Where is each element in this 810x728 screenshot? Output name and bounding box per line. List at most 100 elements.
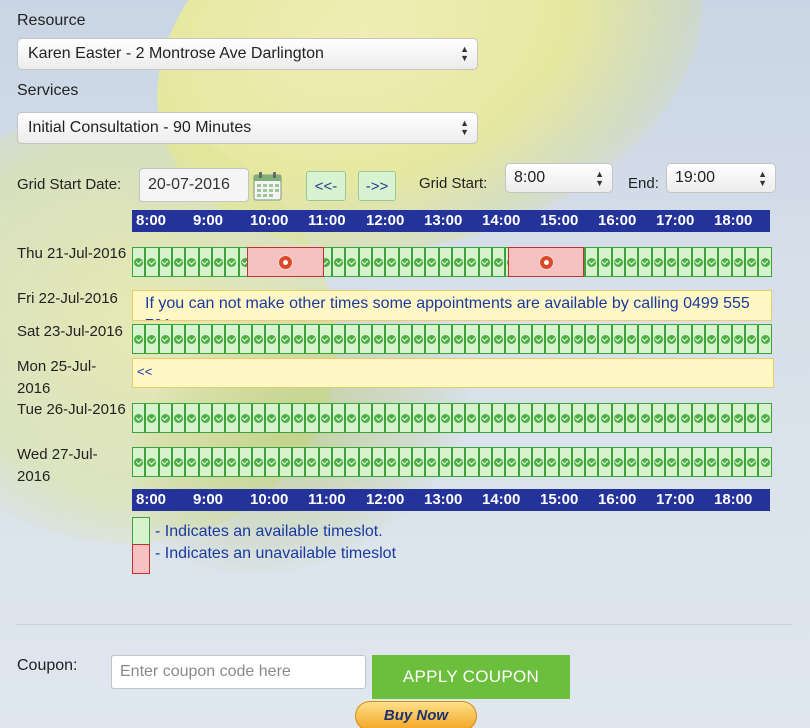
available-slot[interactable]	[385, 447, 399, 477]
available-slot[interactable]	[678, 324, 692, 354]
available-slot[interactable]	[505, 403, 519, 433]
available-slot[interactable]	[745, 447, 759, 477]
available-slot[interactable]	[198, 247, 212, 277]
available-slot[interactable]	[745, 324, 759, 354]
available-slot[interactable]	[438, 447, 452, 477]
end-select[interactable]: 19:00 ▲ ▼	[666, 163, 776, 193]
grid-start-select[interactable]: 8:00 ▲ ▼	[505, 163, 613, 193]
available-slot[interactable]	[211, 247, 226, 277]
available-slot[interactable]	[145, 247, 159, 277]
available-slot[interactable]	[665, 403, 679, 433]
calendar-icon[interactable]	[252, 170, 284, 202]
available-slot[interactable]	[465, 403, 479, 433]
available-slot[interactable]	[331, 247, 346, 277]
available-slot[interactable]	[705, 403, 719, 433]
available-slot[interactable]	[371, 403, 386, 433]
available-slot[interactable]	[718, 324, 732, 354]
available-slot[interactable]	[425, 447, 439, 477]
available-slot[interactable]	[398, 247, 412, 277]
available-slot[interactable]	[305, 403, 319, 433]
available-slot[interactable]	[465, 324, 479, 354]
available-slot[interactable]	[132, 247, 146, 277]
available-slot[interactable]	[571, 324, 586, 354]
available-slot[interactable]	[278, 403, 292, 433]
available-slot[interactable]	[425, 403, 439, 433]
available-slot[interactable]	[491, 247, 506, 277]
available-slot[interactable]	[718, 403, 732, 433]
available-slot[interactable]	[705, 447, 719, 477]
available-slot[interactable]	[425, 324, 439, 354]
available-slot[interactable]	[198, 447, 212, 477]
available-slot[interactable]	[478, 324, 492, 354]
available-slot[interactable]	[691, 247, 706, 277]
available-slot[interactable]	[318, 403, 332, 433]
available-slot[interactable]	[531, 447, 546, 477]
available-slot[interactable]	[558, 403, 572, 433]
available-slot[interactable]	[411, 447, 426, 477]
available-slot[interactable]	[305, 447, 319, 477]
grid-start-date-input[interactable]: 20-07-2016	[139, 168, 249, 202]
available-slot[interactable]	[411, 403, 426, 433]
available-slot[interactable]	[145, 324, 159, 354]
available-slot[interactable]	[491, 403, 506, 433]
available-slot[interactable]	[531, 403, 546, 433]
available-slot[interactable]	[331, 447, 346, 477]
available-slot[interactable]	[331, 324, 346, 354]
available-slot[interactable]	[705, 324, 719, 354]
available-slot[interactable]	[598, 247, 612, 277]
available-slot[interactable]	[438, 247, 452, 277]
available-slot[interactable]	[345, 324, 359, 354]
available-slot[interactable]	[651, 247, 666, 277]
available-slot[interactable]	[451, 403, 466, 433]
available-slot[interactable]	[371, 324, 386, 354]
available-slot[interactable]	[345, 247, 359, 277]
available-slot[interactable]	[385, 247, 399, 277]
available-slot[interactable]	[345, 403, 359, 433]
available-slot[interactable]	[331, 403, 346, 433]
available-slot[interactable]	[625, 324, 639, 354]
available-slot[interactable]	[171, 324, 186, 354]
back-message-text[interactable]: <<	[137, 364, 152, 379]
available-slot[interactable]	[185, 447, 199, 477]
available-slot[interactable]	[158, 403, 172, 433]
available-slot[interactable]	[611, 447, 626, 477]
available-slot[interactable]	[171, 403, 186, 433]
available-slot[interactable]	[411, 324, 426, 354]
available-slot[interactable]	[758, 447, 772, 477]
next-week-button[interactable]: ->>	[358, 171, 396, 201]
available-slot[interactable]	[678, 403, 692, 433]
available-slot[interactable]	[291, 403, 306, 433]
buy-now-button[interactable]: Buy Now	[355, 701, 477, 728]
available-slot[interactable]	[438, 403, 452, 433]
available-slot[interactable]	[758, 324, 772, 354]
available-slot[interactable]	[451, 324, 466, 354]
available-slot[interactable]	[691, 403, 706, 433]
available-slot[interactable]	[238, 447, 252, 477]
available-slot[interactable]	[678, 447, 692, 477]
available-slot[interactable]	[598, 324, 612, 354]
available-slot[interactable]	[611, 324, 626, 354]
available-slot[interactable]	[211, 403, 226, 433]
coupon-input[interactable]	[111, 655, 366, 689]
available-slot[interactable]	[585, 324, 599, 354]
available-slot[interactable]	[705, 247, 719, 277]
available-slot[interactable]	[251, 447, 266, 477]
available-slot[interactable]	[171, 247, 186, 277]
available-slot[interactable]	[745, 247, 759, 277]
available-slot[interactable]	[571, 447, 586, 477]
available-slot[interactable]	[198, 324, 212, 354]
available-slot[interactable]	[731, 324, 746, 354]
available-slot[interactable]	[585, 447, 599, 477]
available-slot[interactable]	[278, 324, 292, 354]
available-slot[interactable]	[558, 447, 572, 477]
available-slot[interactable]	[531, 324, 546, 354]
available-slot[interactable]	[598, 403, 612, 433]
available-slot[interactable]	[651, 403, 666, 433]
available-slot[interactable]	[291, 447, 306, 477]
available-slot[interactable]	[291, 324, 306, 354]
available-slot[interactable]	[425, 247, 439, 277]
available-slot[interactable]	[518, 447, 532, 477]
available-slot[interactable]	[132, 447, 146, 477]
available-slot[interactable]	[625, 247, 639, 277]
available-slot[interactable]	[731, 247, 746, 277]
